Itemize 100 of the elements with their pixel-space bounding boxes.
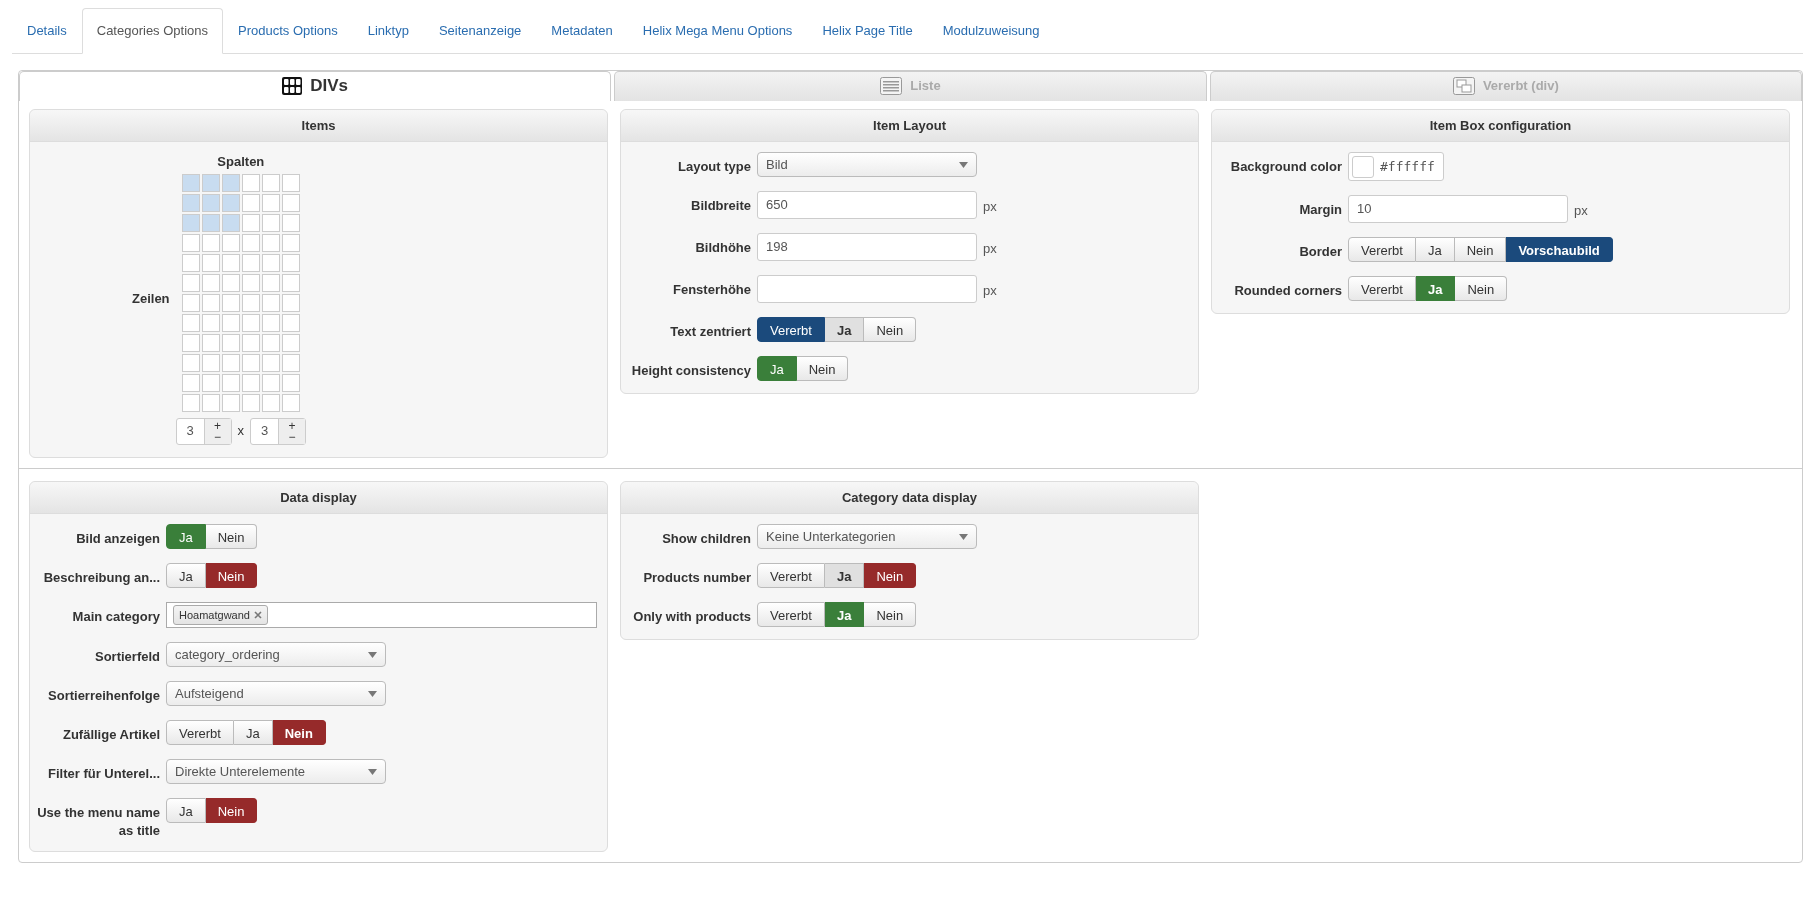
option-button[interactable]: Vererbt <box>757 563 825 588</box>
grid-cell[interactable] <box>261 233 280 252</box>
tab[interactable]: Categories Options <box>81 8 224 54</box>
grid-cell[interactable] <box>281 253 300 272</box>
grid-cell[interactable] <box>181 293 200 312</box>
option-button[interactable]: Ja <box>824 563 865 588</box>
grid-cell[interactable] <box>221 253 240 272</box>
remove-icon[interactable] <box>253 611 262 619</box>
option-button[interactable]: Ja <box>757 356 797 381</box>
tab[interactable]: Details <box>12 8 82 54</box>
option-button[interactable]: Nein <box>205 798 258 823</box>
grid-cell[interactable] <box>221 173 240 192</box>
dropdown[interactable]: Aufsteigend <box>166 681 386 706</box>
tab[interactable]: Modulzuweisung <box>927 8 1055 54</box>
option-button[interactable]: Ja <box>166 798 206 823</box>
grid-cell[interactable] <box>241 173 260 192</box>
grid-cell[interactable] <box>201 193 220 212</box>
spinner[interactable]: 3 + − <box>250 417 307 445</box>
option-button[interactable]: Ja <box>824 317 865 342</box>
input-field[interactable]: 10 <box>1348 195 1568 223</box>
option-button[interactable]: Vererbt <box>757 602 825 627</box>
option-button[interactable]: Ja <box>166 563 206 588</box>
grid-cell[interactable] <box>201 253 220 272</box>
option-button[interactable]: Nein <box>1454 237 1507 262</box>
grid-cell[interactable] <box>181 313 200 332</box>
grid-cell[interactable] <box>241 253 260 272</box>
grid-cell[interactable] <box>181 393 200 412</box>
grid-cell[interactable] <box>261 253 280 272</box>
option-button[interactable]: Nein <box>272 720 326 745</box>
option-button[interactable]: Vorschaubild <box>1506 237 1613 262</box>
tab[interactable]: Helix Mega Menu Options <box>627 8 808 54</box>
grid-cell[interactable] <box>281 373 300 392</box>
option-button[interactable]: Nein <box>864 317 917 342</box>
option-button[interactable]: Ja <box>1415 276 1456 301</box>
grid-cell[interactable] <box>241 213 260 232</box>
tab[interactable]: Metadaten <box>536 8 628 54</box>
grid-cell[interactable] <box>261 293 280 312</box>
option-button[interactable]: Nein <box>205 563 258 588</box>
grid-cell[interactable] <box>241 193 260 212</box>
grid-cell[interactable] <box>221 333 240 352</box>
input-field[interactable]: 198 <box>757 233 977 261</box>
option-button[interactable]: Ja <box>824 602 865 627</box>
grid-cell[interactable] <box>221 233 240 252</box>
option-button[interactable]: Nein <box>205 524 258 549</box>
grid-cell[interactable] <box>261 213 280 232</box>
grid-cell[interactable] <box>181 353 200 372</box>
grid-cell[interactable] <box>241 233 260 252</box>
grid-cell[interactable] <box>201 313 220 332</box>
grid-cell[interactable] <box>241 313 260 332</box>
input-field[interactable] <box>757 275 977 303</box>
tab[interactable]: Seitenanzeige <box>423 8 537 54</box>
grid-cell[interactable] <box>261 193 280 212</box>
grid-cell[interactable] <box>221 293 240 312</box>
option-button[interactable]: Nein <box>1455 276 1508 301</box>
grid-cell[interactable] <box>261 373 280 392</box>
grid-cell[interactable] <box>221 213 240 232</box>
increment-button[interactable]: + <box>288 420 296 432</box>
option-button[interactable]: Ja <box>1415 237 1455 262</box>
grid-cell[interactable] <box>261 353 280 372</box>
option-button[interactable]: Ja <box>166 524 206 549</box>
grid-cell[interactable] <box>221 393 240 412</box>
option-button[interactable]: Nein <box>796 356 849 381</box>
grid-cell[interactable] <box>181 193 200 212</box>
grid-cell[interactable] <box>281 273 300 292</box>
grid-cell[interactable] <box>201 233 220 252</box>
spinner[interactable]: 3 + − <box>175 417 232 445</box>
dropdown[interactable]: Direkte Unterelemente <box>166 759 386 784</box>
grid-cell[interactable] <box>181 253 200 272</box>
decrement-button[interactable]: − <box>214 431 222 443</box>
grid-cell[interactable] <box>281 193 300 212</box>
grid-cell[interactable] <box>201 353 220 372</box>
option-button[interactable]: Ja <box>233 720 273 745</box>
option-button[interactable]: Nein <box>864 602 917 627</box>
grid-cell[interactable] <box>281 333 300 352</box>
grid-cell[interactable] <box>281 233 300 252</box>
grid-cell[interactable] <box>241 273 260 292</box>
grid-cell[interactable] <box>241 373 260 392</box>
grid-cell[interactable] <box>281 353 300 372</box>
grid-cell[interactable] <box>241 333 260 352</box>
grid-cell[interactable] <box>281 213 300 232</box>
option-button[interactable]: Vererbt <box>1348 237 1416 262</box>
grid-cell[interactable] <box>201 333 220 352</box>
grid-cell[interactable] <box>201 393 220 412</box>
grid-cell[interactable] <box>181 273 200 292</box>
tag-input-field[interactable]: Hoamatgwand <box>166 602 597 628</box>
grid-cell[interactable] <box>201 213 220 232</box>
grid-cell[interactable] <box>281 293 300 312</box>
decrement-button[interactable]: − <box>288 431 296 443</box>
grid-cell[interactable] <box>181 173 200 192</box>
dropdown[interactable]: Keine Unterkategorien <box>757 524 977 549</box>
grid-cell[interactable] <box>181 213 200 232</box>
grid-cell[interactable] <box>221 313 240 332</box>
grid-cell[interactable] <box>181 333 200 352</box>
dropdown[interactable]: Bild <box>757 152 977 177</box>
grid-cell[interactable] <box>201 373 220 392</box>
grid-cell[interactable] <box>201 293 220 312</box>
grid-cell[interactable] <box>261 393 280 412</box>
input-field[interactable]: 650 <box>757 191 977 219</box>
tab[interactable]: Linktyp <box>352 8 424 54</box>
option-button[interactable]: Vererbt <box>166 720 234 745</box>
